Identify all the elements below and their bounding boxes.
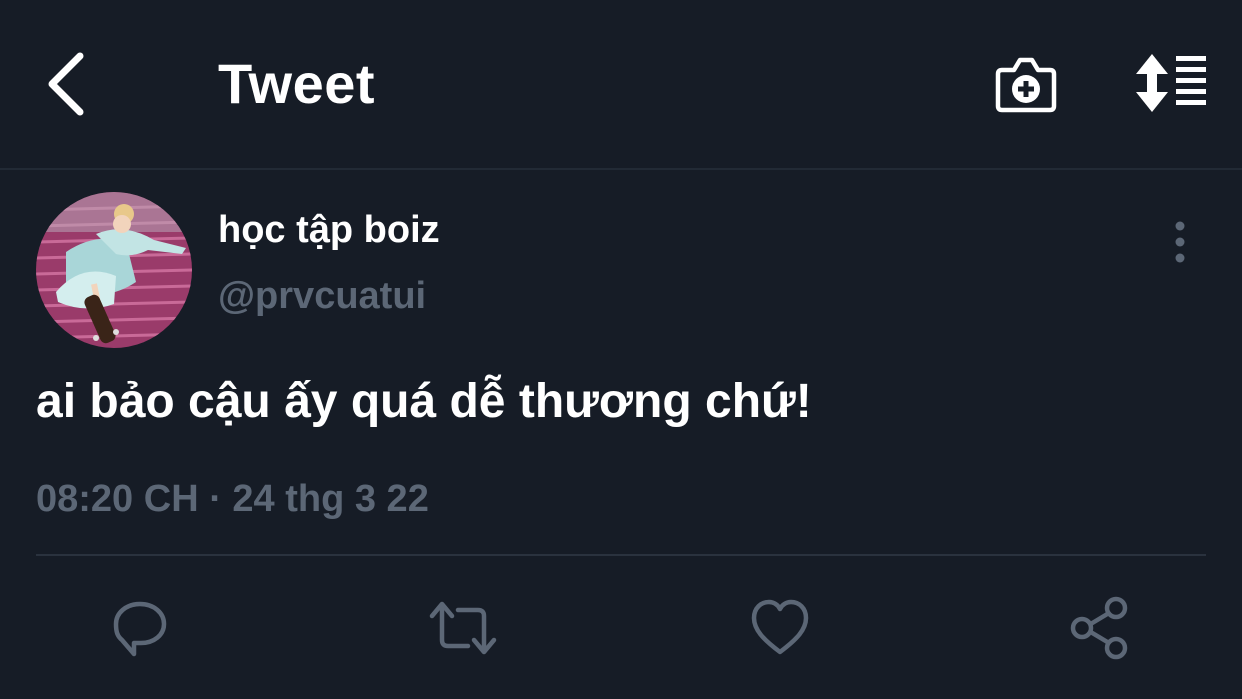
page-title: Tweet [218, 52, 376, 115]
chevron-left-icon [48, 52, 84, 116]
share-icon [1070, 596, 1128, 660]
tweet-timestamp: 08:20 CH · 24 thg 3 22 [36, 478, 429, 520]
share-button[interactable] [1068, 594, 1132, 662]
retweet-icon [429, 601, 497, 655]
more-options-button[interactable] [1160, 218, 1200, 268]
top-bar: Tweet [0, 0, 1242, 168]
more-vertical-icon [1175, 221, 1185, 263]
timeline-sort-button[interactable] [1128, 52, 1210, 114]
display-name[interactable]: học tập boiz [218, 206, 440, 254]
header-divider [0, 168, 1242, 170]
back-button[interactable] [36, 48, 96, 120]
user-handle[interactable]: @prvcuatui [218, 272, 426, 320]
avatar[interactable] [36, 192, 192, 348]
camera-button[interactable] [992, 50, 1060, 118]
like-button[interactable] [748, 594, 812, 662]
avatar-image [36, 192, 192, 348]
heart-icon [751, 599, 809, 655]
tweet-text: ai bảo cậu ấy quá dễ thương chứ! [36, 375, 812, 428]
retweet-button[interactable] [428, 594, 497, 662]
sort-arrows-list-icon [1136, 54, 1206, 112]
reply-button[interactable] [108, 594, 172, 662]
content-divider [36, 554, 1206, 556]
camera-plus-icon [995, 57, 1057, 113]
reply-icon [113, 601, 167, 657]
